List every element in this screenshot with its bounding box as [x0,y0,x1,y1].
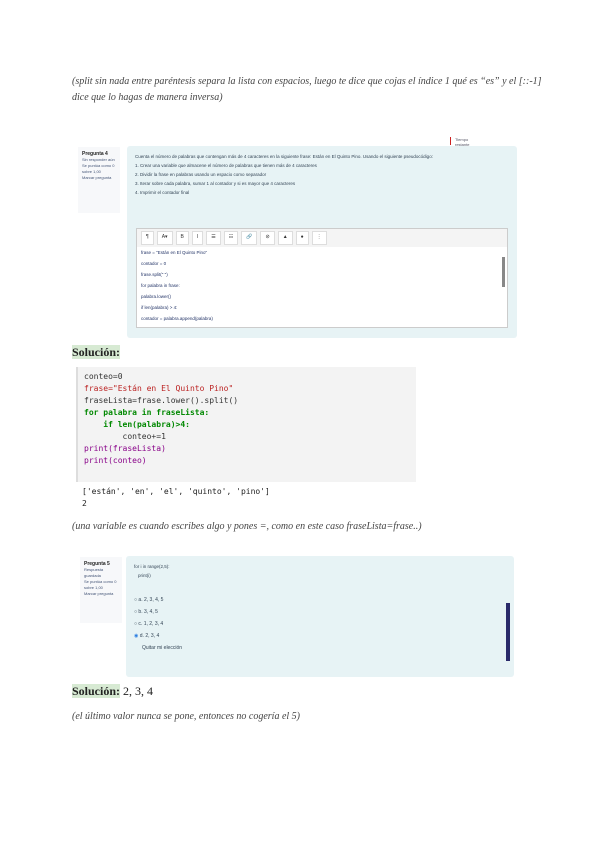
option-label: c. 1, 2, 3, 4 [138,621,164,627]
question-4-info: Pregunta 4 Sin responder aún Se puntúa c… [78,147,120,213]
link-button[interactable]: 🔗 [241,231,258,245]
paragraph-button[interactable]: ¶ [141,231,154,245]
code-line: if len(palabra)>4: [84,420,190,429]
step-3: 3. Iterar sobre cada palabra, sumar 1 al… [135,181,296,186]
code-line: conteo=0 [84,372,123,381]
clear-choice-link[interactable]: Quitar mi elección [134,642,506,654]
numbered-list-button[interactable]: ☷ [223,231,239,245]
step-4: 4. Imprimir el contador final [135,190,190,195]
answer-editor[interactable]: ¶ A▾ B I ☰ ☷ 🔗 ⊘ ▲ ● ⋮ frase = "Están en… [136,228,508,328]
more-button[interactable]: ⋮ [311,231,327,245]
option-b[interactable]: ○ b. 3, 4, 5 [134,606,506,618]
code-line: conteo+=1 [84,432,166,441]
code-output: ['están', 'en', 'el', 'quinto', 'pino'] 2 [82,486,270,510]
editor-line: frase = "Están en El Quinto Pino" [141,250,208,255]
editor-line: contador = palabra.append(palabra) [141,316,213,321]
solution-label: Solución: [72,684,121,698]
solution-value: 2, 3, 4 [123,684,154,698]
image-button[interactable]: ▲ [277,231,293,245]
solution-5: Solución: 2, 3, 4 [72,684,153,699]
question-points: Se puntúa como 0 sobre 1,00 [82,163,115,174]
output-line: ['están', 'en', 'el', 'quinto', 'pino'] [82,487,270,496]
question-status: Sin responder aún [82,157,115,162]
flag-question-link[interactable]: Marcar pregunta [84,591,113,596]
output-line: 2 [82,499,87,508]
editor-line: frase.split(" ") [141,272,168,277]
step-2: 2. Dividir la frase en palabras usando u… [135,172,267,177]
scrollbar[interactable] [506,603,510,661]
editor-toolbar: ¶ A▾ B I ☰ ☷ 🔗 ⊘ ▲ ● ⋮ [137,229,507,247]
code-line: frase="Están en El Quinto Pino" [84,384,234,393]
editor-line: contador = 0 [141,261,167,266]
question-code-line: print(i) [138,573,151,578]
font-button[interactable]: A▾ [156,231,173,245]
question-5-info: Pregunta 5 Respuesta guardada Se puntúa … [80,557,122,623]
bullet-list-button[interactable]: ☰ [206,231,221,245]
code-line: print(fraseLista) [84,444,166,453]
variable-note: (una variable es cuando escribes algo y … [72,521,422,532]
unlink-button[interactable]: ⊘ [260,231,275,245]
solution-code: conteo=0 frase="Están en El Quinto Pino" f… [76,367,416,482]
editor-line: if len(palabra) > 4: [141,305,178,310]
editor-scrollbar[interactable] [502,257,505,287]
question-status: Respuesta guardada [84,567,104,578]
timer-marker [450,137,451,145]
option-a[interactable]: ○ a. 2, 3, 4, 5 [134,594,506,606]
range-note: (el último valor nunca se pone, entonces… [72,711,300,722]
flag-question-link[interactable]: Marcar pregunta [82,175,111,180]
question-5-box: for i in range(2,5): print(i) ○ a. 2, 3,… [126,556,514,677]
editor-line: palabra.lower() [141,294,172,299]
solution-label: Solución: [72,345,121,359]
option-label: a. 2, 3, 4, 5 [138,597,164,603]
document-page: (split sin nada entre paréntesis separa … [0,0,600,848]
option-label: d. 2, 3, 4 [139,633,160,639]
code-line: fraseLista=frase.lower().split() [84,396,239,405]
question-text: Cuenta el número de palabras que conteng… [135,154,433,159]
media-button[interactable]: ● [295,231,309,245]
option-label: b. 3, 4, 5 [138,609,158,615]
question-code-line: for i in range(2,5): [134,564,170,569]
bold-button[interactable]: B [175,231,189,245]
italic-button[interactable]: I [191,231,204,245]
editor-line: for palabra in frase: [141,283,180,288]
split-note: (split sin nada entre paréntesis separa … [72,76,542,103]
option-d[interactable]: ◉ d. 2, 3, 4 [134,630,506,642]
code-line: print(conteo) [84,456,147,465]
code-line: for palabra in fraseLista: [84,408,210,417]
step-1: 1. Crear una variable que almacene el nú… [135,163,317,168]
option-c[interactable]: ○ c. 1, 2, 3, 4 [134,618,506,630]
question-points: Se puntúa como 0 sobre 1,00 [84,579,117,590]
solution-4: Solución: [72,345,121,360]
